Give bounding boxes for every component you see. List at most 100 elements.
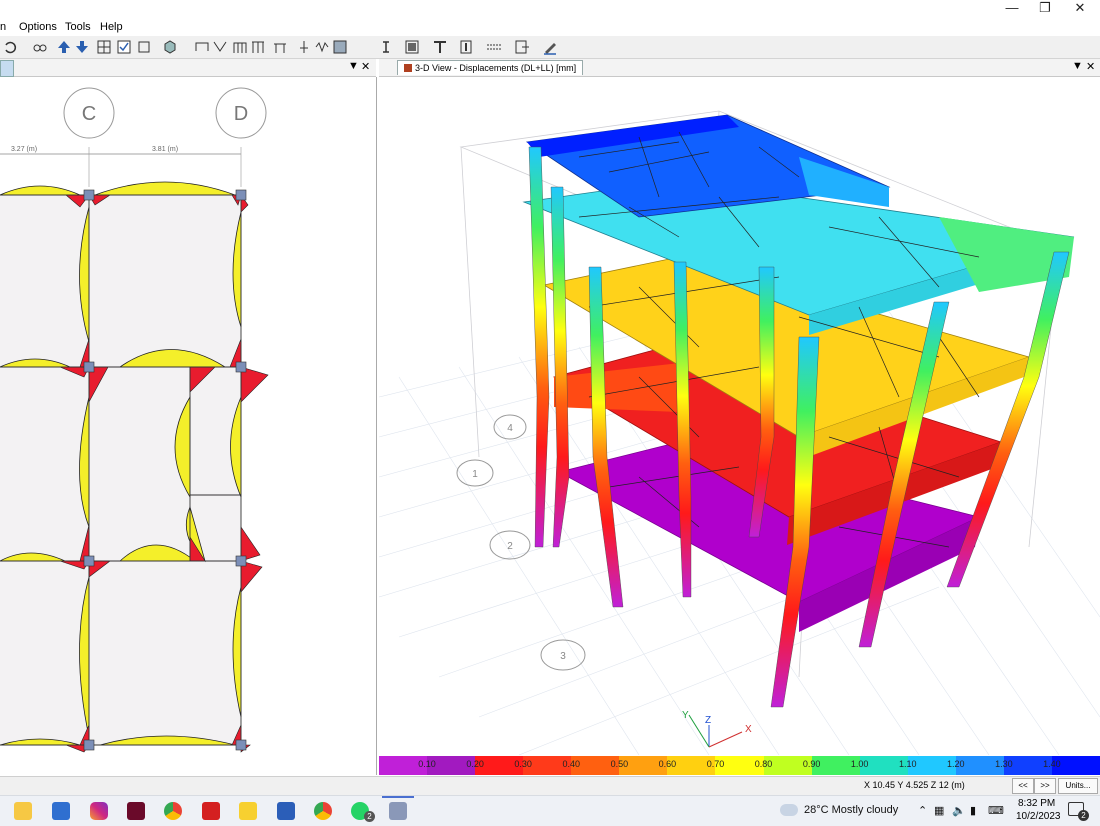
legend-tick-label: 1.20 xyxy=(947,759,965,769)
legend-tick-label: 0.30 xyxy=(514,759,532,769)
axis-label-x: X xyxy=(745,724,752,735)
clock-date[interactable]: 10/2/2023 xyxy=(1016,811,1061,822)
file-explorer-icon[interactable] xyxy=(14,802,32,820)
tee-icon[interactable] xyxy=(432,39,448,55)
app-icon[interactable] xyxy=(127,802,145,820)
display-icon[interactable] xyxy=(404,39,420,55)
3d-view[interactable]: 1 2 3 4 X Y Z xyxy=(379,77,1100,755)
dim-label-1: 3.27 (m) xyxy=(11,146,37,153)
check-box-icon[interactable] xyxy=(116,39,132,55)
menu-item-tools[interactable]: Tools xyxy=(65,21,91,33)
coordinate-readout: X 10.45 Y 4.525 Z 12 (m) xyxy=(864,780,965,790)
frame-icon[interactable] xyxy=(136,39,152,55)
legend-tick-label: 0.20 xyxy=(466,759,484,769)
table-icon[interactable] xyxy=(272,39,288,55)
legend-tick-label: 0.10 xyxy=(418,759,436,769)
pane-menu-icon-right[interactable]: ▼ xyxy=(1072,60,1083,72)
network-icon[interactable]: ▦ xyxy=(934,804,944,817)
grid-bubble-label-4: 4 xyxy=(507,423,513,434)
legend-tick-label: 0.90 xyxy=(802,759,821,769)
legend-tick-label: 1.10 xyxy=(898,759,917,769)
etabs-icon[interactable] xyxy=(389,802,407,820)
columns-icon[interactable] xyxy=(250,39,266,55)
grid-icon[interactable] xyxy=(96,39,112,55)
active-app-indicator xyxy=(382,796,414,798)
3d-view-canvas: 1 2 3 4 X Y Z xyxy=(379,110,1100,755)
move-up-icon[interactable] xyxy=(56,39,72,55)
keyboard-icon[interactable]: ⌨ xyxy=(988,804,1004,817)
acrobat-icon[interactable] xyxy=(202,802,220,820)
grid-bubble-label-2: 2 xyxy=(507,541,513,552)
word-icon[interactable] xyxy=(277,802,295,820)
spring-icon[interactable] xyxy=(314,39,330,55)
notification-count: 2 xyxy=(1078,810,1089,821)
close-button[interactable]: ✕ xyxy=(1063,0,1097,18)
undo-icon[interactable] xyxy=(2,39,18,55)
legend-tick-label: 0.70 xyxy=(706,759,725,769)
restore-button[interactable]: ❐ xyxy=(1028,0,1062,18)
minimize-button[interactable]: — xyxy=(995,0,1029,18)
plan-view[interactable]: C D 3.27 (m) 3.81 (m) xyxy=(0,77,377,775)
left-pane-header: ▼ ✕ xyxy=(0,59,376,77)
status-bar: X 10.45 Y 4.525 Z 12 (m) << >> Units... xyxy=(0,776,1100,795)
displacement-legend: 0.10 0.20 0.30 0.40 0.50 0.60 0.70 0.80 0.90 1.00… xyxy=(379,756,1100,775)
legend-tick-label: 0.40 xyxy=(562,759,581,769)
legend-tick-label: 1.30 xyxy=(995,759,1013,769)
line-style-icon[interactable] xyxy=(486,39,502,55)
menu-bar: n Options Tools Help xyxy=(0,18,1100,36)
joint-icon[interactable] xyxy=(296,39,312,55)
grid-label-d: D xyxy=(234,103,248,125)
taskbar: 2 28°C Mostly cloudy ⌃ ▦ 🔈 ▮ ⌨ 8:32 PM 1… xyxy=(0,795,1100,826)
pen-icon[interactable] xyxy=(542,39,558,55)
grid-bubble-label-3: 3 xyxy=(560,651,566,662)
tab-3d-view[interactable]: 3-D View - Displacements (DL+LL) [mm] xyxy=(397,60,584,75)
i-beam-icon[interactable] xyxy=(458,39,474,55)
plan-view-canvas: C D 3.27 (m) 3.81 (m) xyxy=(0,87,269,753)
brace-icon[interactable] xyxy=(212,39,228,55)
whatsapp-badge: 2 xyxy=(364,811,375,822)
weather-text[interactable]: 28°C Mostly cloudy xyxy=(804,804,898,816)
menu-item-design[interactable]: n xyxy=(0,21,6,33)
move-down-icon[interactable] xyxy=(74,39,90,55)
toolbar xyxy=(0,36,1100,59)
export-icon[interactable] xyxy=(514,39,530,55)
left-tab[interactable] xyxy=(0,60,14,77)
sticky-notes-icon[interactable] xyxy=(239,802,257,820)
nav-prev-button[interactable]: << xyxy=(1012,778,1034,794)
text-cursor-icon[interactable] xyxy=(378,39,394,55)
column xyxy=(550,186,570,548)
section-icon[interactable] xyxy=(332,39,348,55)
dim-label-2: 3.81 (m) xyxy=(152,146,178,153)
legend-tick-label: 1.40 xyxy=(1043,759,1061,769)
store-icon[interactable] xyxy=(52,802,70,820)
weather-icon[interactable] xyxy=(780,804,798,816)
chrome-icon[interactable] xyxy=(164,802,182,820)
instagram-icon[interactable] xyxy=(90,802,108,820)
column xyxy=(946,251,1070,588)
volume-icon[interactable]: 🔈 xyxy=(952,804,966,817)
menu-item-options[interactable]: Options xyxy=(19,21,57,33)
cube-icon[interactable] xyxy=(162,39,178,55)
chevron-up-icon[interactable]: ⌃ xyxy=(918,804,927,817)
grid-label-c: C xyxy=(82,103,96,125)
glasses-icon[interactable] xyxy=(32,39,48,55)
clock-time[interactable]: 8:32 PM xyxy=(1018,798,1055,809)
chrome-profile-icon[interactable] xyxy=(314,802,332,820)
pane-menu-icon[interactable]: ▼ xyxy=(348,60,359,72)
view-icon xyxy=(404,64,412,72)
right-pane-header: 3-D View - Displacements (DL+LL) [mm] ▼ … xyxy=(379,59,1100,77)
units-button[interactable]: Units... xyxy=(1058,778,1098,794)
beam-icon[interactable] xyxy=(194,39,210,55)
legend-tick-label: 0.50 xyxy=(610,759,629,769)
grid-bubble-label-1: 1 xyxy=(472,469,478,480)
wall-icon[interactable] xyxy=(232,39,248,55)
battery-icon[interactable]: ▮ xyxy=(970,804,976,817)
legend-tick-label: 0.80 xyxy=(754,759,773,769)
menu-item-help[interactable]: Help xyxy=(100,21,123,33)
legend-tick-label: 0.60 xyxy=(658,759,677,769)
pane-close-icon[interactable]: ✕ xyxy=(361,60,370,73)
pane-close-icon-right[interactable]: ✕ xyxy=(1086,60,1095,73)
legend-tick-label: 1.00 xyxy=(850,759,869,769)
title-bar: — ❐ ✕ xyxy=(0,0,1100,18)
nav-next-button[interactable]: >> xyxy=(1034,778,1056,794)
